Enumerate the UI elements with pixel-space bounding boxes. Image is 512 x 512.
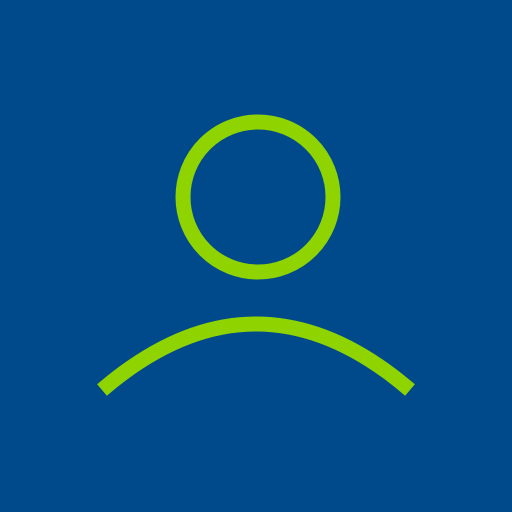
user-avatar-placeholder xyxy=(0,0,512,512)
user-profile-icon xyxy=(0,0,512,512)
icon-background xyxy=(0,0,512,512)
